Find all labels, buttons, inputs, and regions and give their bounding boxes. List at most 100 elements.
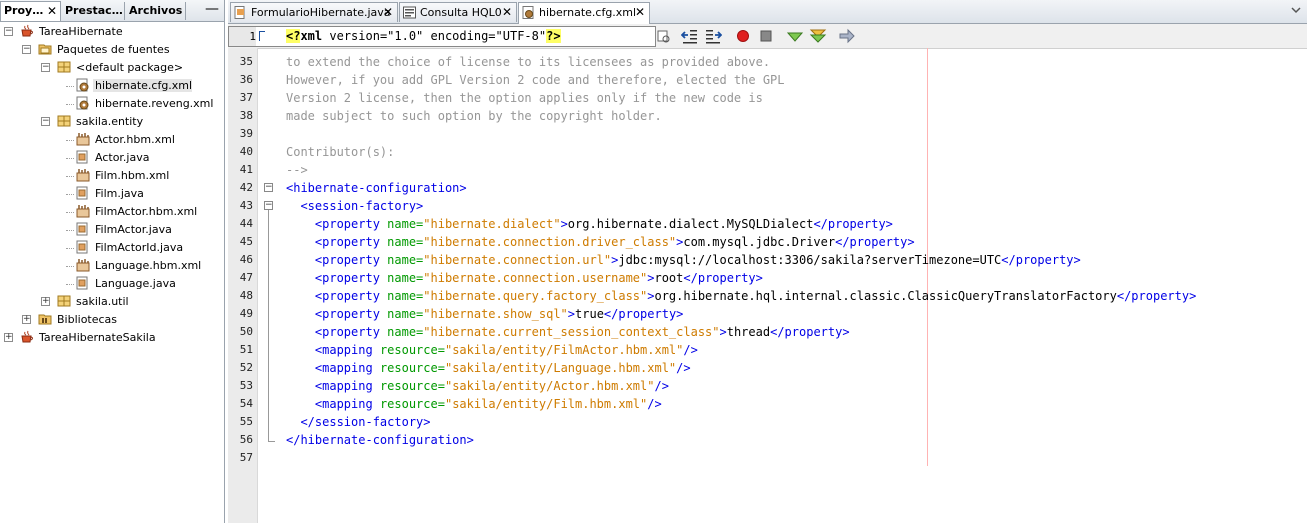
line-number: 45 <box>239 235 253 248</box>
tree-item-label: Actor.java <box>95 151 150 164</box>
tab-formulario-hibernate[interactable]: FormularioHibernate.java ✕ <box>230 2 398 22</box>
tab-files[interactable]: Archivos <box>126 2 186 20</box>
tree-guide-line <box>66 284 74 285</box>
code-line[interactable]: <property name="hibernate.connection.dri… <box>286 233 915 251</box>
code-token: > <box>567 307 576 321</box>
code-line[interactable]: made subject to such option by the copyr… <box>286 107 662 125</box>
shift-right-icon[interactable] <box>704 27 722 45</box>
code-token: name= <box>387 217 424 231</box>
tree-item[interactable]: TareaHibernate <box>20 23 123 41</box>
expand-toggle-icon[interactable]: + <box>4 333 13 342</box>
chevron-down-icon[interactable] <box>1289 3 1303 17</box>
tree-item[interactable]: FilmActorId.java <box>76 239 183 257</box>
code-line[interactable]: <hibernate-configuration> <box>286 179 467 197</box>
code-line[interactable]: <session-factory> <box>286 197 423 215</box>
hibernate-mapping-icon <box>76 259 93 272</box>
tab-services[interactable]: Prestac… <box>62 2 125 20</box>
fold-collapse-icon[interactable]: − <box>264 183 273 192</box>
tree-item[interactable]: <default package> <box>57 59 183 77</box>
code-token: /> <box>683 343 698 357</box>
close-icon[interactable]: ✕ <box>383 3 393 22</box>
collapse-toggle-icon[interactable]: − <box>22 45 31 54</box>
expand-toggle-icon[interactable]: + <box>22 315 31 324</box>
code-line[interactable]: Contributor(s): <box>286 143 394 161</box>
coffee-project-icon <box>20 330 37 344</box>
fold-collapse-icon[interactable]: − <box>264 201 273 210</box>
code-line[interactable]: <mapping resource="sakila/entity/Film.hb… <box>286 395 662 413</box>
hibernate-config-icon <box>76 78 93 92</box>
stop-macro-icon[interactable] <box>757 27 775 45</box>
code-line[interactable]: <mapping resource="sakila/entity/Languag… <box>286 359 691 377</box>
code-line[interactable]: </session-factory> <box>286 413 430 431</box>
code-token: <property <box>314 253 388 267</box>
code-line[interactable]: Version 2 license, then the option appli… <box>286 89 763 107</box>
xml-declaration: <?xml version="1.0" encoding="UTF-8"?> <box>286 27 561 46</box>
collapse-toggle-icon[interactable]: − <box>4 27 13 36</box>
tree-item[interactable]: hibernate.cfg.xml <box>76 77 193 95</box>
code-token: <property <box>314 325 388 339</box>
code-line[interactable]: <mapping resource="sakila/entity/Actor.h… <box>286 377 669 395</box>
tree-item[interactable]: Language.hbm.xml <box>76 257 201 275</box>
tree-item[interactable]: sakila.util <box>57 293 129 311</box>
code-token: "sakila/entity/FilmActor.hbm.xml" <box>444 343 684 357</box>
tree-item[interactable]: hibernate.reveng.xml <box>76 95 213 113</box>
code-line[interactable]: <property name="hibernate.connection.url… <box>286 251 1081 269</box>
code-line[interactable]: to extend the choice of license to its l… <box>286 53 770 71</box>
tree-item[interactable]: Paquetes de fuentes <box>38 41 170 59</box>
code-token: </property> <box>1001 253 1081 267</box>
tree-item[interactable]: sakila.entity <box>57 113 143 131</box>
fold-end-marker <box>268 435 275 442</box>
arrow-right-icon[interactable] <box>838 27 856 45</box>
expand-toggle-icon[interactable]: + <box>41 297 50 306</box>
code-line[interactable]: However, if you add GPL Version 2 code a… <box>286 71 785 89</box>
code-token: "sakila/entity/Actor.hbm.xml" <box>444 379 655 393</box>
code-line[interactable]: <mapping resource="sakila/entity/FilmAct… <box>286 341 698 359</box>
tree-item[interactable]: Bibliotecas <box>38 311 117 329</box>
code-line[interactable]: <property name="hibernate.show_sql">true… <box>286 305 684 323</box>
minimize-button[interactable]: — <box>204 2 220 18</box>
close-icon[interactable]: ✕ <box>502 3 512 22</box>
code-token: name= <box>387 253 424 267</box>
java-file-icon <box>76 276 93 290</box>
code-line[interactable]: <property name="hibernate.connection.use… <box>286 269 763 287</box>
tree-item[interactable]: Film.java <box>76 185 144 203</box>
tab-label: FormularioHibernate.java <box>251 6 391 19</box>
tree-item[interactable]: Actor.hbm.xml <box>76 131 175 149</box>
collapse-toggle-icon[interactable]: − <box>41 117 50 126</box>
line-number: 41 <box>239 163 253 176</box>
code-line[interactable]: </hibernate-configuration> <box>286 431 474 449</box>
code-line[interactable]: <property name="hibernate.query.factory_… <box>286 287 1196 305</box>
query-icon <box>403 6 416 19</box>
tab-hibernate-cfg[interactable]: hibernate.cfg.xml ✕ <box>518 2 650 24</box>
code-token: </property> <box>835 235 915 249</box>
toggle-bookmark-icon[interactable] <box>809 27 827 45</box>
line-number: 44 <box>239 217 253 230</box>
sticky-line-1[interactable]: 1 <?xml version="1.0" encoding="UTF-8"?> <box>228 26 656 47</box>
code-line[interactable]: <property name="hibernate.current_sessio… <box>286 323 850 341</box>
code-token: resource= <box>379 343 445 357</box>
tree-item-label: hibernate.reveng.xml <box>95 97 214 110</box>
collapse-toggle-icon[interactable]: − <box>41 63 50 72</box>
tree-item[interactable]: TareaHibernateSakila <box>20 329 156 347</box>
tree-item[interactable]: Actor.java <box>76 149 149 167</box>
code-line[interactable]: <property name="hibernate.dialect">org.h… <box>286 215 893 233</box>
record-macro-icon[interactable] <box>734 27 752 45</box>
code-token: name= <box>387 289 424 303</box>
close-icon[interactable]: ✕ <box>635 3 645 22</box>
find-next-icon[interactable] <box>655 27 673 45</box>
tree-item[interactable]: FilmActor.hbm.xml <box>76 203 197 221</box>
next-bookmark-icon[interactable] <box>786 27 804 45</box>
code-token: <session-factory> <box>300 199 424 213</box>
tree-item[interactable]: Film.hbm.xml <box>76 167 169 185</box>
tree-item[interactable]: Language.java <box>76 275 176 293</box>
code-line[interactable]: --> <box>286 161 308 179</box>
shift-left-icon[interactable] <box>681 27 699 45</box>
close-icon[interactable]: ✕ <box>47 2 57 20</box>
tree-item[interactable]: FilmActor.java <box>76 221 172 239</box>
tab-projects[interactable]: Proy… ✕ <box>0 1 61 21</box>
tab-consulta-hql[interactable]: Consulta HQL0 ✕ <box>399 2 517 22</box>
